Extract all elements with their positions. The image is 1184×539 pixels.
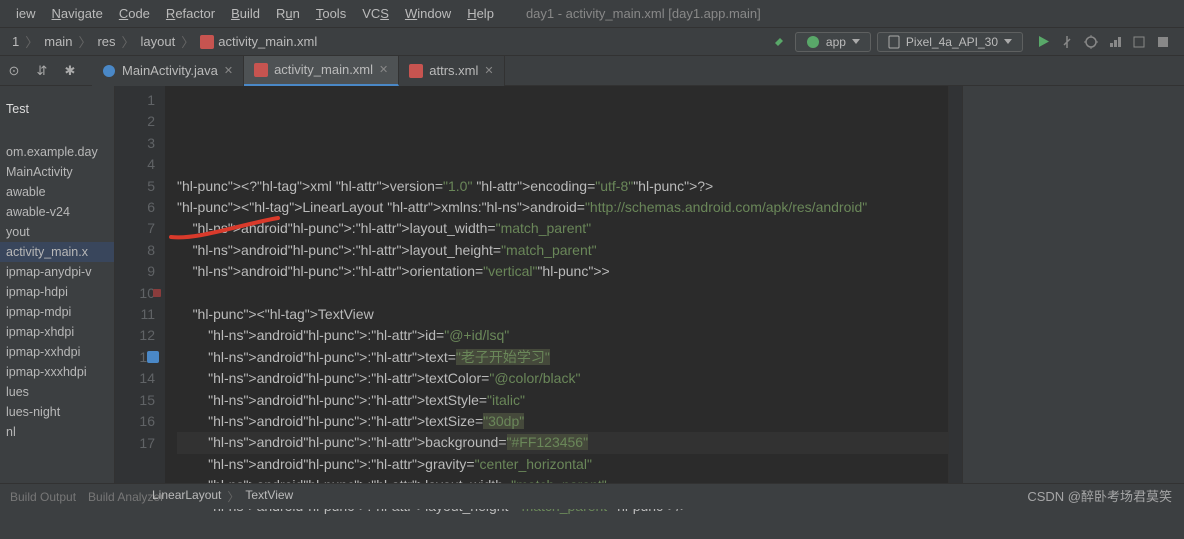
- code-line[interactable]: "hl-ns">android"hl-punc">:"hl-attr">orie…: [177, 261, 948, 282]
- project-node[interactable]: ipmap-xhdpi: [0, 322, 114, 342]
- xml-file-icon: [254, 63, 268, 77]
- xml-file-icon: [200, 35, 214, 49]
- editor-tabs: MainActivity.java ✕ activity_main.xml ✕ …: [92, 56, 505, 86]
- tab-activity-main[interactable]: activity_main.xml ✕: [244, 56, 399, 86]
- menu-window[interactable]: Window: [397, 6, 459, 21]
- code-line[interactable]: "hl-punc"><?"hl-tag">xml "hl-attr">versi…: [177, 176, 948, 197]
- code-line[interactable]: "hl-ns">android"hl-punc">:"hl-attr">text…: [177, 390, 948, 411]
- project-node[interactable]: ipmap-xxxhdpi: [0, 362, 114, 382]
- menu-tools[interactable]: Tools: [308, 6, 354, 21]
- menu-code[interactable]: Code: [111, 6, 158, 21]
- code-line[interactable]: "hl-ns">android"hl-punc">:"hl-attr">id="…: [177, 325, 948, 346]
- tab-label: attrs.xml: [429, 63, 478, 78]
- project-node[interactable]: activity_main.x: [0, 242, 114, 262]
- breadcrumb-label: activity_main.xml: [218, 34, 317, 49]
- menu-vcs[interactable]: VCS: [354, 6, 397, 21]
- run-toolbar: [1029, 35, 1178, 49]
- stop-icon[interactable]: [1156, 35, 1170, 49]
- project-node[interactable]: om.example.day: [0, 142, 114, 162]
- run-config-selector[interactable]: app: [795, 32, 871, 52]
- breadcrumb-item[interactable]: res: [91, 34, 121, 49]
- project-node[interactable]: ipmap-mdpi: [0, 302, 114, 322]
- project-node[interactable]: awable-v24: [0, 202, 114, 222]
- chevron-right-icon: 〉: [78, 32, 91, 51]
- code-line[interactable]: "hl-ns">android"hl-punc">:"hl-attr">text…: [177, 347, 948, 368]
- apply-changes-icon[interactable]: [1060, 35, 1074, 49]
- code-line[interactable]: [177, 518, 948, 539]
- status-bar: Build Output Build Analyzer LinearLayout…: [0, 483, 1184, 509]
- project-node[interactable]: yout: [0, 222, 114, 242]
- close-icon[interactable]: ✕: [379, 63, 388, 76]
- chevron-right-icon: 〉: [227, 488, 239, 505]
- project-node[interactable]: awable: [0, 182, 114, 202]
- menu-navigate[interactable]: Navigate: [44, 6, 111, 21]
- select-opened-file-icon[interactable]: ⊙: [0, 58, 28, 84]
- code-area[interactable]: "hl-punc"><?"hl-tag">xml "hl-attr">versi…: [165, 86, 948, 483]
- xml-file-icon: [409, 64, 423, 78]
- project-node[interactable]: nl: [0, 422, 114, 442]
- close-icon[interactable]: ✕: [224, 64, 233, 77]
- window-title: day1 - activity_main.xml [day1.app.main]: [526, 6, 761, 21]
- java-file-icon: [102, 64, 116, 78]
- code-line[interactable]: "hl-ns">android"hl-punc">:"hl-attr">text…: [177, 368, 948, 389]
- debug-icon[interactable]: [1084, 35, 1098, 49]
- project-node[interactable]: lues-night: [0, 402, 114, 422]
- project-node[interactable]: ipmap-hdpi: [0, 282, 114, 302]
- menu-build[interactable]: Build: [223, 6, 268, 21]
- structure-header: Test: [0, 96, 114, 122]
- project-node[interactable]: ipmap-anydpi-v: [0, 262, 114, 282]
- expand-all-icon[interactable]: ⇵: [28, 58, 56, 84]
- code-editor[interactable]: 1234567891011121314151617 "hl-punc"><?"h…: [115, 86, 962, 483]
- close-icon[interactable]: ✕: [484, 64, 493, 77]
- project-node[interactable]: ipmap-xxhdpi: [0, 342, 114, 362]
- run-icon[interactable]: [1037, 35, 1050, 48]
- code-line[interactable]: "hl-ns">android"hl-punc">:"hl-attr">layo…: [177, 240, 948, 261]
- breadcrumb-item[interactable]: layout: [135, 34, 182, 49]
- android-icon: [806, 35, 820, 49]
- chevron-down-icon: [1004, 39, 1012, 44]
- code-line[interactable]: [177, 283, 948, 304]
- chevron-right-icon: 〉: [25, 32, 38, 51]
- structure-breadcrumb-item[interactable]: TextView: [239, 488, 299, 505]
- run-config-label: app: [826, 35, 846, 49]
- menu-help[interactable]: Help: [459, 6, 502, 21]
- tab-label: activity_main.xml: [274, 62, 373, 77]
- build-hammer-icon[interactable]: [773, 34, 789, 50]
- code-line[interactable]: "hl-ns">android"hl-punc">:"hl-attr">grav…: [177, 454, 948, 475]
- right-panel: [962, 86, 1184, 483]
- breadcrumb-item[interactable]: 1: [6, 34, 25, 49]
- tab-mainactivity[interactable]: MainActivity.java ✕: [92, 56, 244, 86]
- code-line[interactable]: "hl-ns">android"hl-punc">:"hl-attr">back…: [177, 432, 948, 453]
- project-node[interactable]: lues: [0, 382, 114, 402]
- menu-bar: iew Navigate Code Refactor Build Run Too…: [0, 0, 1184, 28]
- chevron-right-icon: 〉: [181, 32, 194, 51]
- code-line[interactable]: "hl-ns">android"hl-punc">:"hl-attr">layo…: [177, 218, 948, 239]
- project-tool-window[interactable]: Test om.example.dayMainActivityawableawa…: [0, 86, 115, 483]
- tab-label: MainActivity.java: [122, 63, 218, 78]
- device-label: Pixel_4a_API_30: [906, 35, 998, 49]
- tab-attrs[interactable]: attrs.xml ✕: [399, 56, 504, 86]
- attach-debugger-icon[interactable]: [1132, 35, 1146, 49]
- chevron-right-icon: 〉: [122, 32, 135, 51]
- editor-toolbar: ⊙ ⇵ ✱ MainActivity.java ✕ activity_main.…: [0, 56, 1184, 86]
- profiler-icon[interactable]: [1108, 35, 1122, 49]
- project-node[interactable]: MainActivity: [0, 162, 114, 182]
- line-gutter[interactable]: 1234567891011121314151617: [115, 86, 165, 483]
- menu-refactor[interactable]: Refactor: [158, 6, 223, 21]
- error-stripe[interactable]: [948, 86, 962, 483]
- device-selector[interactable]: Pixel_4a_API_30: [877, 32, 1023, 52]
- code-line[interactable]: "hl-punc"><"hl-tag">TextView: [177, 304, 948, 325]
- bottom-tab-build-output[interactable]: Build Output: [10, 490, 76, 504]
- menu-view[interactable]: iew: [8, 6, 44, 21]
- breadcrumb-item[interactable]: activity_main.xml: [194, 34, 323, 49]
- phone-icon: [888, 35, 900, 49]
- code-line[interactable]: "hl-punc"><"hl-tag">LinearLayout "hl-att…: [177, 197, 948, 218]
- settings-gear-icon[interactable]: ✱: [56, 58, 84, 84]
- structure-breadcrumb-item[interactable]: LinearLayout: [146, 488, 227, 505]
- chevron-down-icon: [852, 39, 860, 44]
- menu-run[interactable]: Run: [268, 6, 308, 21]
- code-line[interactable]: "hl-ns">android"hl-punc">:"hl-attr">text…: [177, 411, 948, 432]
- navigation-bar: 1〉 main〉 res〉 layout〉 activity_main.xml …: [0, 28, 1184, 56]
- breadcrumb-item[interactable]: main: [38, 34, 78, 49]
